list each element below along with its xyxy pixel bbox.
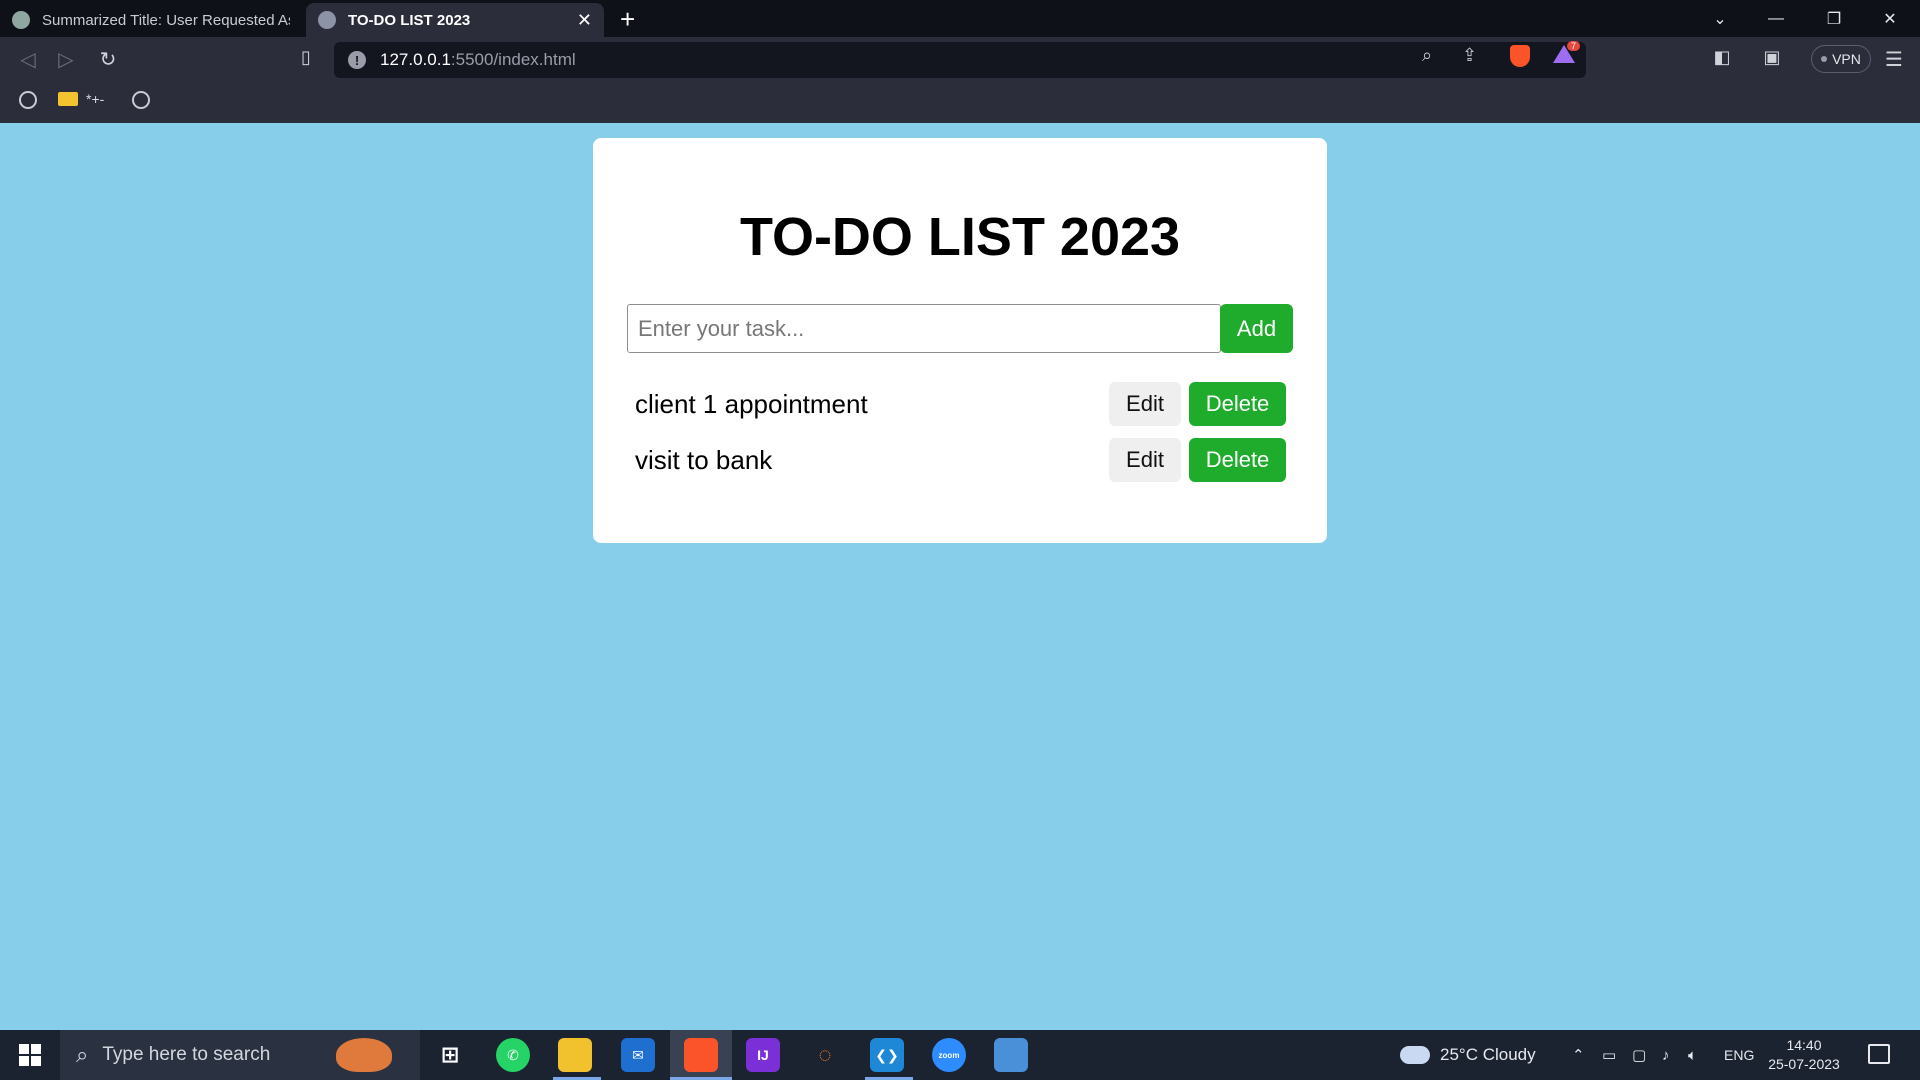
search-placeholder: Type here to search	[102, 1044, 271, 1065]
taskbar-search[interactable]: ⌕ Type here to search	[60, 1030, 420, 1080]
bookmark-item[interactable]	[19, 91, 37, 109]
url-text[interactable]: 127.0.0.1:5500/index.html	[380, 50, 576, 70]
clock[interactable]: 14:40 25-07-2023	[1764, 1036, 1844, 1074]
bookmark-icon[interactable]: ▯	[292, 47, 320, 68]
address-bar[interactable]: ! 127.0.0.1:5500/index.html	[334, 42, 1586, 78]
zoom-icon[interactable]: ⌕	[1422, 45, 1432, 66]
search-highlight-icon[interactable]	[336, 1038, 392, 1072]
restore-button[interactable]: ❐	[1806, 0, 1862, 37]
task-item: visit to bank Edit Delete	[627, 438, 1293, 483]
sidebar-icon[interactable]: ◧	[1708, 47, 1736, 68]
edit-button[interactable]: Edit	[1109, 438, 1181, 482]
rewards-badge: 7	[1567, 41, 1581, 51]
show-hidden-icons[interactable]: ⌃	[1572, 1030, 1585, 1080]
tab-title: Summarized Title: User Requested Assista…	[42, 11, 290, 29]
brave-icon[interactable]	[684, 1038, 718, 1072]
start-button[interactable]	[0, 1030, 60, 1080]
share-icon[interactable]: ⇪	[1462, 45, 1477, 66]
browser-toolbar: ◁ ▷ ↻ ▯ ! 127.0.0.1:5500/index.html ⌕ ⇪ …	[0, 37, 1920, 83]
task-text: visit to bank	[635, 445, 773, 475]
task-view-icon[interactable]: ⊞	[433, 1038, 467, 1072]
cloud-icon	[1400, 1046, 1430, 1064]
task-input[interactable]	[627, 304, 1221, 353]
tab-title: TO-DO LIST 2023	[348, 11, 471, 29]
weather-text: 25°C Cloudy	[1440, 1045, 1536, 1064]
windows-taskbar: ⌕ Type here to search ⊞ ✆ ✉ IJ ◌ ❮❯ zoom…	[0, 1030, 1920, 1080]
whatsapp-icon[interactable]: ✆	[496, 1038, 530, 1072]
intellij-icon[interactable]: IJ	[746, 1038, 780, 1072]
brave-rewards-icon[interactable]: 7	[1553, 41, 1581, 65]
microphone-icon[interactable]: ♪	[1662, 1030, 1670, 1080]
battery-icon[interactable]: ▭	[1602, 1030, 1616, 1080]
windows-icon	[19, 1044, 41, 1066]
brave-shields-icon[interactable]	[1510, 45, 1530, 67]
minimize-button[interactable]: —	[1748, 0, 1804, 37]
chatgpt-icon	[12, 11, 30, 29]
speaker-icon[interactable]: 🔈︎	[1688, 1030, 1697, 1080]
clock-time: 14:40	[1786, 1037, 1822, 1053]
zoom-icon[interactable]: zoom	[932, 1038, 966, 1072]
task-item: client 1 appointment Edit Delete	[627, 382, 1293, 427]
clock-date: 25-07-2023	[1768, 1056, 1840, 1072]
new-tab-button[interactable]: +	[620, 4, 635, 34]
forward-button[interactable]: ▷	[52, 47, 80, 72]
vpn-button[interactable]: VPN	[1811, 45, 1871, 73]
camera-icon[interactable]: ▢	[1632, 1030, 1646, 1080]
todo-card: TO-DO LIST 2023 Add client 1 appointment…	[593, 138, 1327, 543]
search-icon: ⌕	[76, 1042, 89, 1067]
vscode-icon[interactable]: ❮❯	[870, 1038, 904, 1072]
delete-button[interactable]: Delete	[1189, 382, 1286, 426]
wallet-icon[interactable]: ▣	[1758, 47, 1786, 68]
reload-button[interactable]: ↻	[94, 47, 122, 72]
globe-icon	[19, 91, 37, 109]
back-button[interactable]: ◁	[14, 47, 42, 72]
weather-widget[interactable]: 25°C Cloudy	[1400, 1030, 1536, 1080]
tab-summarized-title[interactable]: Summarized Title: User Requested Assista…	[0, 3, 302, 37]
globe-icon	[132, 91, 150, 109]
notification-icon[interactable]	[1868, 1044, 1890, 1064]
bookmark-folder[interactable]: *+-	[58, 91, 104, 107]
edit-button[interactable]: Edit	[1109, 382, 1181, 426]
browser-tab-bar: Summarized Title: User Requested Assista…	[0, 0, 1920, 37]
language-indicator[interactable]: ENG	[1724, 1030, 1754, 1080]
tab-search-chevron-icon[interactable]: ⌄	[1692, 0, 1748, 37]
bookmarks-bar: *+-	[0, 83, 1920, 123]
folder-icon	[58, 92, 78, 106]
delete-button[interactable]: Delete	[1189, 438, 1286, 482]
page-title: TO-DO LIST 2023	[739, 207, 1181, 267]
close-tab-icon[interactable]: ✕	[577, 10, 592, 31]
mail-icon[interactable]: ✉	[621, 1038, 655, 1072]
site-info-icon[interactable]: !	[348, 51, 366, 69]
jupyter-icon[interactable]: ◌	[808, 1038, 842, 1072]
remote-desktop-icon[interactable]	[994, 1038, 1028, 1072]
tab-todo-list[interactable]: TO-DO LIST 2023 ✕	[306, 3, 604, 37]
file-explorer-icon[interactable]	[558, 1038, 592, 1072]
menu-icon[interactable]: ☰	[1880, 47, 1908, 72]
close-window-button[interactable]: ✕	[1862, 0, 1918, 37]
bookmark-item[interactable]	[132, 91, 150, 109]
add-button[interactable]: Add	[1220, 304, 1293, 353]
globe-icon	[318, 11, 336, 29]
task-text: client 1 appointment	[635, 389, 868, 419]
